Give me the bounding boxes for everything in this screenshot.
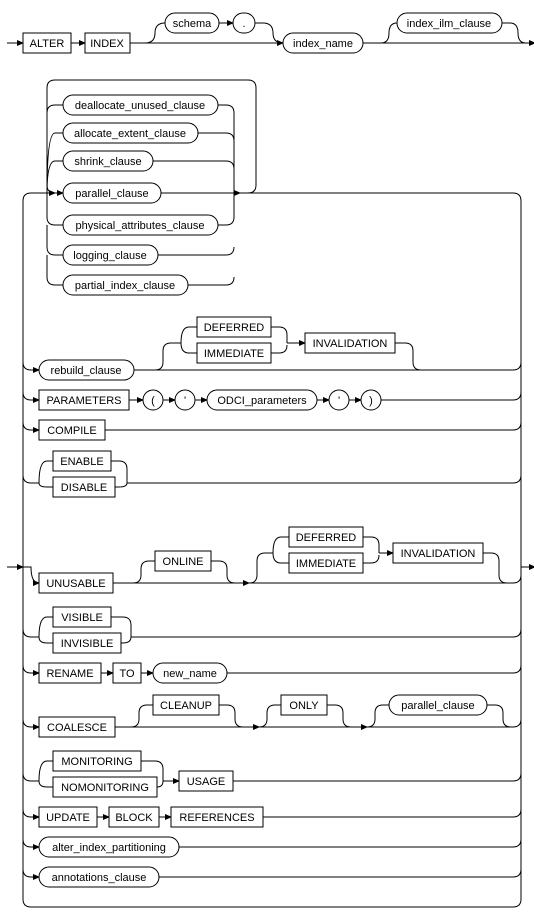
odci-parameters-cl: ODCI_parameters [217,395,307,407]
invalidation-kw: INVALIDATION [313,338,388,350]
alter-kw: ALTER [30,38,65,50]
visible-kw: VISIBLE [61,612,103,624]
nomonitoring-kw: NOMONITORING [61,782,149,794]
invisible-kw: INVISIBLE [61,638,114,650]
lparen-kw: ( [151,395,155,407]
invalidation2-kw: INVALIDATION [401,548,476,560]
compile-kw: COMPILE [47,425,97,437]
index-ilm-clause-cl: index_ilm_clause [407,18,491,30]
rparen-kw: ) [369,395,373,407]
deferred-kw: DEFERRED [204,322,265,334]
block-kw: BLOCK [115,812,153,824]
enable-kw: ENABLE [60,456,103,468]
rename-kw: RENAME [46,668,93,680]
shrink-clause-cl: shrink_clause [74,156,141,168]
allocate-extent-clause-cl: allocate_extent_clause [74,128,186,140]
parallel-clause-cl: parallel_clause [75,188,148,200]
disable-kw: DISABLE [61,482,107,494]
alter-index-partitioning-cl: alter_index_partitioning [52,842,166,854]
deallocate-unused-clause-cl: deallocate_unused_clause [75,100,205,112]
logging-clause-cl: logging_clause [73,250,146,262]
deferred2-kw: DEFERRED [296,532,357,544]
physical-attributes-clause-cl: physical_attributes_clause [75,220,204,232]
coalesce-kw: COALESCE [47,722,107,734]
syntax-diagram: ALTER INDEX schema . index_name index_il… [5,5,534,914]
usage-kw: USAGE [187,776,226,788]
partial-index-clause-cl: partial_index_clause [75,280,175,292]
immediate2-kw: IMMEDIATE [296,558,356,570]
annotations-clause-cl: annotations_clause [52,872,147,884]
references-kw: REFERENCES [179,812,254,824]
update-kw: UPDATE [46,812,90,824]
parameters-kw: PARAMETERS [47,395,122,407]
index-name-cl: index_name [293,38,353,50]
online-kw: ONLINE [163,556,204,568]
unusable-kw: UNUSABLE [46,578,105,590]
parallel-clause2-cl: parallel_clause [401,700,474,712]
index-kw: INDEX [90,38,124,50]
immediate-kw: IMMEDIATE [204,348,264,360]
rebuild-clause-cl: rebuild_clause [51,365,122,377]
new-name-cl: new_name [163,668,217,680]
squote-kw: ' [184,395,186,407]
cleanup-kw: CLEANUP [160,700,212,712]
to-kw: TO [119,668,135,680]
squote2-kw: ' [338,395,340,407]
schema-cl: schema [173,18,212,30]
dot-kw: . [242,18,245,30]
only-kw: ONLY [289,700,319,712]
monitoring-kw: MONITORING [61,756,132,768]
